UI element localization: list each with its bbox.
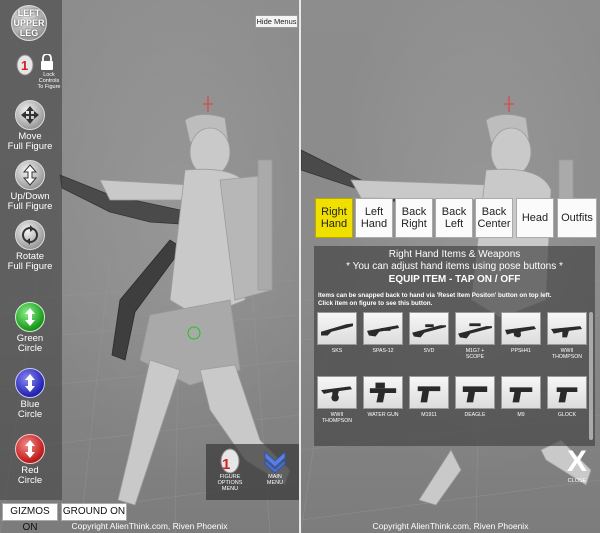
pistol-icon xyxy=(455,376,495,409)
weapon-item-thompson-2[interactable]: WWII THOMPSON xyxy=(317,376,357,431)
lock-label: Lock Controls To Figure xyxy=(37,72,61,90)
tab-outfits[interactable]: Outfits xyxy=(557,198,597,238)
close-icon: X xyxy=(566,445,587,478)
updown-arrows-icon xyxy=(22,164,38,186)
tab-left-hand[interactable]: Left Hand xyxy=(355,198,393,238)
weapon-label: M1G7 + SCOPE xyxy=(465,348,485,360)
thompson-icon xyxy=(547,312,587,345)
pose-viewport-left[interactable]: LEFT UPPER LEG 1 Lock Controls To Figure Hid… xyxy=(0,0,299,533)
weapon-grid-scrollbar[interactable] xyxy=(589,312,593,440)
submachine-gun-icon xyxy=(501,312,541,345)
weapon-label: SKS xyxy=(331,348,343,354)
weapon-label: SPAS-12 xyxy=(372,348,394,354)
move-arrows-icon xyxy=(21,106,39,124)
equip-instruction: EQUIP ITEM - TAP ON / OFF xyxy=(388,274,521,285)
close-label: CLOSE xyxy=(567,478,587,484)
svg-text:1: 1 xyxy=(21,58,28,73)
tab-back-center[interactable]: Back Center xyxy=(475,198,513,238)
body-part-selector[interactable]: LEFT UPPER LEG xyxy=(11,5,47,41)
figure-options-icon: 1 xyxy=(220,448,240,474)
weapon-item-water-gun[interactable]: WATER GUN xyxy=(363,376,403,431)
scoped-rifle-icon xyxy=(455,312,495,345)
shotgun-icon xyxy=(363,312,403,345)
weapon-label: GLOCK xyxy=(557,412,577,418)
figure-number-icon: 1 xyxy=(16,54,34,76)
weapon-label: DEAGLE xyxy=(464,412,486,418)
tab-head[interactable]: Head xyxy=(516,198,554,238)
weapon-item-ppsh41[interactable]: PPSH41 xyxy=(501,312,541,367)
weapon-item-m9[interactable]: M9 xyxy=(501,376,541,431)
updown-full-figure-button[interactable]: Up/Down Full Figure xyxy=(0,160,60,212)
close-button[interactable]: X CLOSE xyxy=(562,446,592,486)
blue-circle-button[interactable]: Blue Circle xyxy=(0,368,60,420)
weapon-item-deagle[interactable]: DEAGLE xyxy=(455,376,495,431)
weapon-label: PPSH41 xyxy=(511,348,531,354)
sniper-rifle-icon xyxy=(409,312,449,345)
green-arrows-icon xyxy=(25,308,35,326)
tab-right-hand[interactable]: Right Hand xyxy=(315,198,353,238)
tab-back-right[interactable]: Back Right xyxy=(395,198,433,238)
rotate-arrows-icon xyxy=(22,225,38,245)
weapon-item-m1911[interactable]: M1911 xyxy=(409,376,449,431)
pistol-icon xyxy=(547,376,587,409)
water-gun-icon xyxy=(363,376,403,409)
lock-icon xyxy=(41,54,53,70)
tab-back-left[interactable]: Back Left xyxy=(435,198,473,238)
bottom-menu: 1 FIGURE OPTIONS MENU MAIN MENU xyxy=(206,444,299,500)
svg-text:1: 1 xyxy=(222,456,230,473)
weapon-item-m1g7-scope[interactable]: M1G7 + SCOPE xyxy=(455,312,495,367)
gizmos-toggle-button[interactable]: GIZMOS ON xyxy=(2,503,58,533)
snap-note: Items can be snapped back to hand via 'R… xyxy=(318,292,552,307)
weapon-label: WATER GUN xyxy=(367,412,399,418)
rotate-full-figure-button[interactable]: Rotate Full Figure xyxy=(0,220,60,272)
weapon-grid: SKS SPAS-12 SVD M1G7 + SCOPE PPSH41 WWII T… xyxy=(317,312,589,440)
main-menu-button[interactable]: MAIN MENU xyxy=(253,448,297,486)
ground-toggle-button[interactable]: GROUND ON xyxy=(61,503,127,521)
items-viewport-right[interactable]: Right Hand Left Hand Back Right Back Left Ba… xyxy=(301,0,600,533)
chevron-down-icon xyxy=(264,451,286,474)
red-arrows-icon xyxy=(25,440,35,458)
rifle-icon xyxy=(317,312,357,345)
thompson-drum-icon xyxy=(317,376,357,409)
pistol-icon xyxy=(501,376,541,409)
figure-options-menu-button[interactable]: 1 FIGURE OPTIONS MENU xyxy=(208,448,252,492)
weapon-label: M1911 xyxy=(421,412,437,418)
panel-subtitle: * You can adjust hand items using pose b… xyxy=(346,261,563,272)
lock-controls-toggle[interactable]: 1 Lock Controls To Figure xyxy=(16,52,62,94)
move-full-figure-button[interactable]: Move Full Figure xyxy=(0,100,60,152)
weapon-item-glock[interactable]: GLOCK xyxy=(547,376,587,431)
weapon-item-spas12[interactable]: SPAS-12 xyxy=(363,312,403,367)
copyright-text-right: Copyright AlienThink.com, Riven Phoenix xyxy=(372,521,529,531)
items-panel: Right Hand Items & Weapons * You can adj… xyxy=(314,246,595,446)
copyright-text: Copyright AlienThink.com, Riven Phoenix xyxy=(71,521,228,531)
weapon-label: WWII THOMPSON xyxy=(552,348,582,360)
weapon-item-svd[interactable]: SVD xyxy=(409,312,449,367)
weapon-item-sks[interactable]: SKS xyxy=(317,312,357,367)
weapon-label: M9 xyxy=(517,412,525,418)
blue-arrows-icon xyxy=(25,374,35,392)
weapon-label: SVD xyxy=(423,348,435,354)
red-circle-button[interactable]: Red Circle xyxy=(0,434,60,486)
pistol-icon xyxy=(409,376,449,409)
weapon-label: WWII THOMPSON xyxy=(322,412,352,424)
hide-menus-button[interactable]: Hide Menus xyxy=(255,15,298,28)
green-circle-button[interactable]: Green Circle xyxy=(0,302,60,354)
panel-title: Right Hand Items & Weapons xyxy=(388,249,521,260)
weapon-item-thompson-1[interactable]: WWII THOMPSON xyxy=(547,312,587,367)
